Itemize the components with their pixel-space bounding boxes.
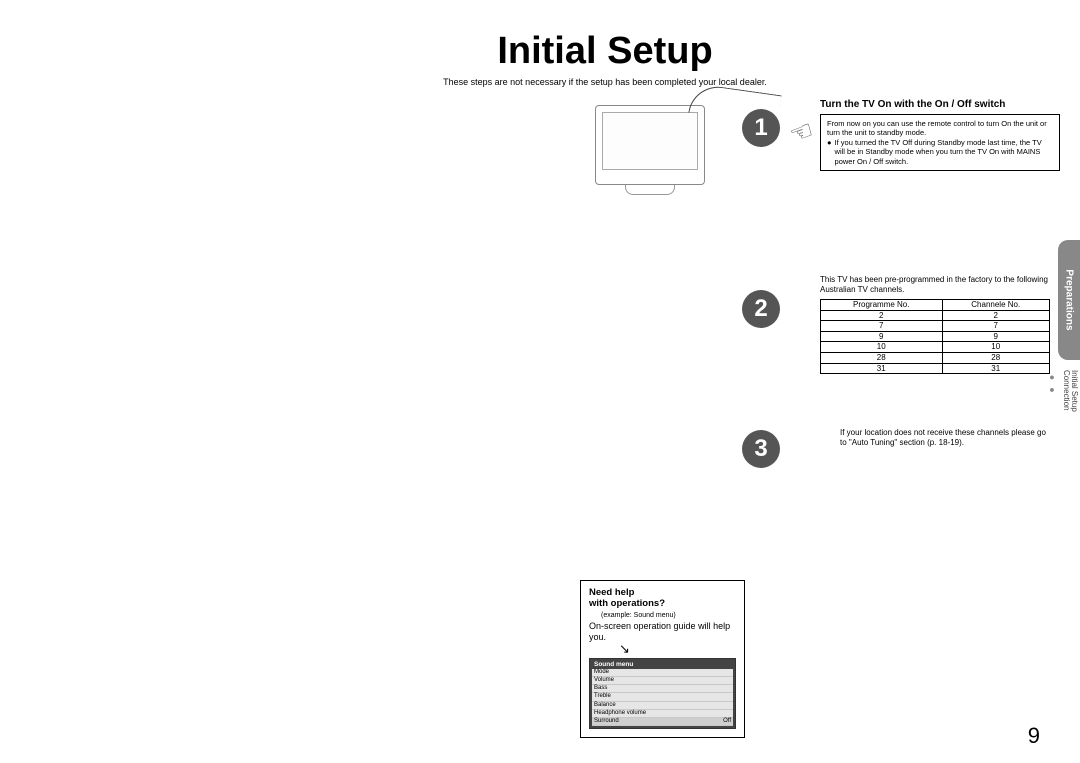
step-1-box: Turn the TV On with the On / Off switch … [820,99,1060,171]
help-title-1: Need help [589,587,736,598]
step-1-heading: Turn the TV On with the On / Off switch [820,99,1060,110]
step-3-badge: 3 [742,430,780,468]
menu-row: Volume [592,677,733,685]
step-3-text: If your location does not receive these … [840,428,1050,448]
th-programme: Programme No. [821,300,943,311]
step-1-body-1: From now on you can use the remote contr… [827,119,1053,138]
sound-menu-mock: Sound menu Mode Volume Bass Treble Balan… [589,658,736,729]
down-arrow-icon: ↘ [619,644,736,654]
menu-row: Headphone volume [592,710,733,718]
step-1-badge: 1 [742,109,780,147]
sound-menu-header: Sound menu [592,661,733,668]
pointing-hand-icon: ☞ [785,114,818,151]
help-title-2: with operations? [589,598,736,609]
menu-row: Mode [592,669,733,677]
step-1-body-2: If you turned the TV Off during Standby … [835,138,1053,166]
tv-illustration [595,105,705,195]
table-row: 22 [821,310,1050,321]
table-row: 1010 [821,342,1050,353]
side-bullets-icon: ● ● [1047,372,1056,395]
step-2-content: This TV has been pre-programmed in the f… [820,275,1050,374]
menu-row: Bass [592,685,733,693]
section-tab-label: Preparations [1064,269,1075,330]
help-example: (example: Sound menu) [601,612,736,619]
help-desc: On-screen operation guide will help you. [589,621,736,643]
table-row: 2828 [821,352,1050,363]
table-row: 77 [821,321,1050,332]
channel-table: Programme No. Channele No. 22 77 99 1010… [820,299,1050,374]
help-box: Need help with operations? (example: Sou… [580,580,745,738]
intro-text: These steps are not necessary if the set… [180,77,1030,87]
menu-row: Treble [592,693,733,701]
bullet-icon: ● [827,138,832,166]
step-2-text: This TV has been pre-programmed in the f… [820,275,1050,295]
section-tab: Preparations [1058,240,1080,360]
step-2-badge: 2 [742,290,780,328]
page-title: Initial Setup [180,30,1030,73]
page-number: 9 [1028,723,1040,749]
table-row: 3131 [821,363,1050,374]
table-row: 99 [821,331,1050,342]
side-sub-labels: Initial Setup Connection [1062,370,1078,412]
th-channel: Channele No. [942,300,1050,311]
menu-row: SurroundOff [592,718,733,726]
menu-row: Balance [592,702,733,710]
